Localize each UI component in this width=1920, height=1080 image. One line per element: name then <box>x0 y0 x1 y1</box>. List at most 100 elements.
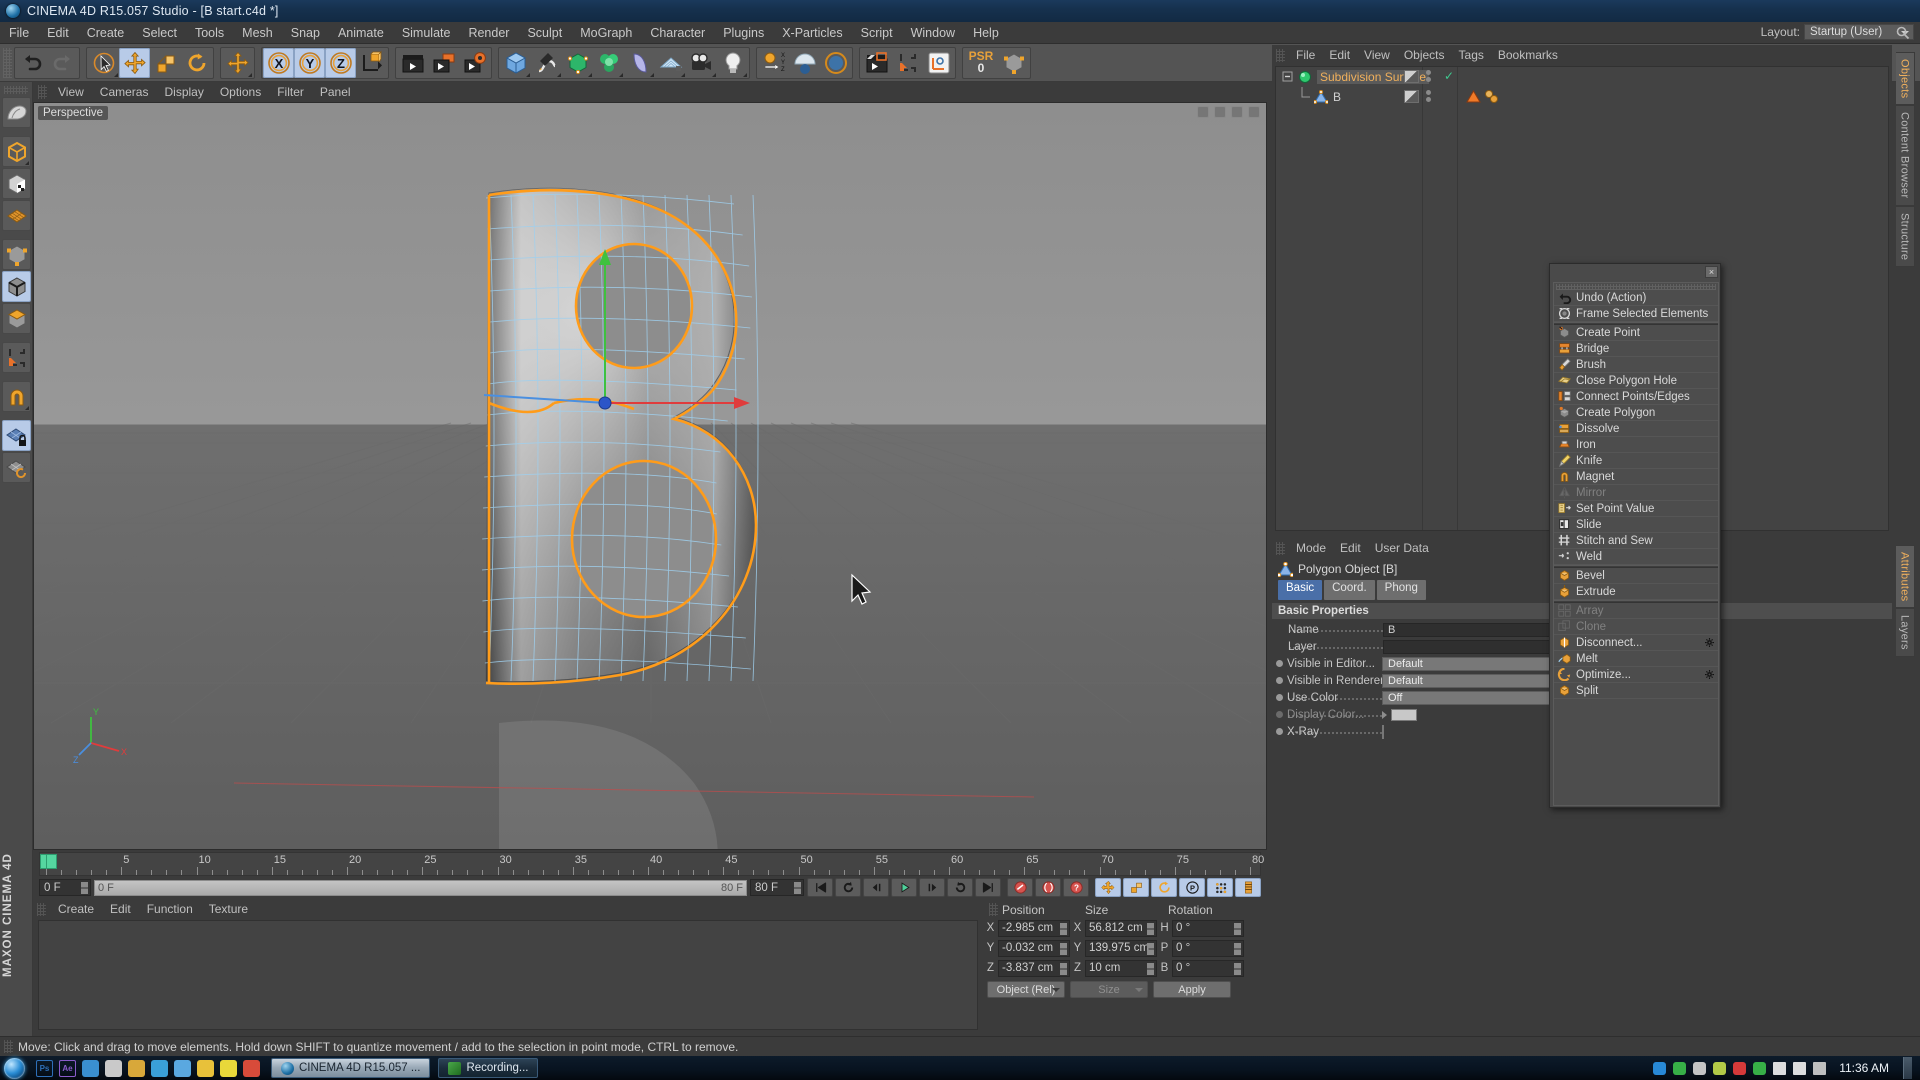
move-tool[interactable] <box>119 47 150 78</box>
coordinate-size-field[interactable]: 10 cm <box>1085 959 1157 977</box>
left-toolbar-grip[interactable] <box>4 86 28 94</box>
add-deformer-button[interactable] <box>624 48 655 78</box>
material-menu-edit[interactable]: Edit <box>102 900 139 919</box>
psr-keyframe-indicator[interactable]: PSR 0 <box>964 48 998 78</box>
add-spline-button[interactable] <box>531 48 562 78</box>
object-axis-mode-button[interactable] <box>2 342 31 373</box>
point-mode-button[interactable] <box>2 239 31 270</box>
menu-item-character[interactable]: Character <box>641 22 714 44</box>
popup-item-weld[interactable]: Weld <box>1554 549 1718 565</box>
material-menu-function[interactable]: Function <box>139 900 201 919</box>
avira-icon[interactable] <box>1733 1061 1747 1075</box>
point-level-animation-button[interactable] <box>1207 878 1233 897</box>
spinner-icon[interactable] <box>1234 942 1241 955</box>
shield-icon[interactable] <box>220 1059 237 1077</box>
tree-expander-icon[interactable] <box>1298 87 1312 107</box>
popup-item-melt[interactable]: Melt <box>1554 651 1718 667</box>
show-desktop-button[interactable] <box>1903 1057 1912 1079</box>
attribute-state-dot[interactable] <box>1276 677 1283 684</box>
popup-item-set-point-value[interactable]: Set Point Value <box>1554 501 1718 517</box>
popup-item-iron[interactable]: Iron <box>1554 437 1718 453</box>
coordinate-rotation-field[interactable]: 0 ° <box>1172 959 1244 977</box>
right-tab-content-browser[interactable]: Content Browser <box>1895 105 1915 206</box>
object-search-icon[interactable] <box>1896 26 1910 45</box>
object-menu-view[interactable]: View <box>1357 45 1397 65</box>
close-icon[interactable]: × <box>1705 266 1718 278</box>
enable-axis-modification-button[interactable] <box>892 48 923 78</box>
photoshop-icon[interactable]: Ps <box>36 1059 53 1077</box>
edge-mode-button[interactable] <box>2 271 31 302</box>
taskbar-recording[interactable]: Recording... <box>438 1058 539 1078</box>
attribute-tab-coord[interactable]: Coord. <box>1324 580 1375 600</box>
popup-item-undo-action[interactable]: Undo (Action) <box>1554 290 1718 306</box>
users-icon[interactable] <box>174 1059 191 1077</box>
attribute-state-dot[interactable] <box>1276 694 1283 701</box>
world-axis-tool[interactable] <box>222 48 253 78</box>
parameter-key-button[interactable]: P <box>1179 878 1205 897</box>
add-environment-button[interactable] <box>820 48 851 78</box>
maximize-view-icon[interactable] <box>1248 106 1260 118</box>
attribute-state-dot[interactable] <box>1276 728 1283 735</box>
flag-icon[interactable] <box>1773 1061 1787 1075</box>
display-color-swatch[interactable] <box>1391 708 1417 721</box>
add-camera-button[interactable] <box>686 48 717 78</box>
coordinate-size-field[interactable]: 139.975 cm <box>1085 939 1157 957</box>
object-row-subdivision-surface[interactable]: Subdivision Surface ✓ <box>1276 67 1888 87</box>
current-frame-field[interactable]: 0 F <box>39 879 91 896</box>
menu-item-render[interactable]: Render <box>459 22 518 44</box>
visible-renderer-dot[interactable] <box>1426 97 1431 102</box>
right-tab-structure[interactable]: Structure <box>1895 205 1915 268</box>
visibility-dots[interactable] <box>1426 70 1431 82</box>
network-icon[interactable] <box>151 1059 168 1077</box>
calculator-icon[interactable] <box>128 1059 145 1077</box>
add-xpresso-button[interactable]: XYZ <box>758 48 789 78</box>
taskbar-cinema4d[interactable]: CINEMA 4D R15.057 ... <box>271 1058 431 1078</box>
enable-snapping-button[interactable] <box>923 48 954 78</box>
dropbox-icon[interactable] <box>1653 1061 1667 1075</box>
model-mode-button[interactable] <box>2 168 31 199</box>
chrome-icon[interactable] <box>243 1059 260 1077</box>
menu-item-mograph[interactable]: MoGraph <box>571 22 641 44</box>
tree-expander-icon[interactable] <box>1282 67 1296 87</box>
menu-item-mesh[interactable]: Mesh <box>233 22 282 44</box>
timeline-playhead[interactable] <box>46 854 57 869</box>
add-generator-button[interactable] <box>562 48 593 78</box>
taskbar-clock[interactable]: 11:36 AM <box>1839 1061 1889 1075</box>
go-to-start-button[interactable] <box>807 878 833 897</box>
menu-item-edit[interactable]: Edit <box>38 22 78 44</box>
object-row-b[interactable]: B <box>1276 87 1888 107</box>
spinner-icon[interactable] <box>1147 922 1154 935</box>
undo-view-button[interactable] <box>2 97 31 128</box>
viewport-grip[interactable] <box>38 85 47 99</box>
world-object-coordinate-button[interactable] <box>356 48 387 78</box>
preview-end-field[interactable]: 80 F <box>750 879 804 896</box>
add-cube-object-button[interactable] <box>500 48 531 78</box>
popup-item-bridge[interactable]: Bridge <box>1554 341 1718 357</box>
render-to-picture-viewer-button[interactable] <box>428 48 459 78</box>
explorer-icon[interactable] <box>105 1059 122 1077</box>
menu-item-sculpt[interactable]: Sculpt <box>518 22 571 44</box>
object-menu-objects[interactable]: Objects <box>1397 45 1452 65</box>
chevron-right-icon[interactable] <box>1382 710 1387 719</box>
popup-item-create-point[interactable]: Create Point <box>1554 325 1718 341</box>
visibility-dots[interactable] <box>1426 90 1431 102</box>
add-floor-button[interactable] <box>655 48 686 78</box>
enabled-check-icon[interactable]: ✓ <box>1444 70 1454 82</box>
menu-item-snap[interactable]: Snap <box>282 22 329 44</box>
spinner-icon[interactable] <box>1060 962 1067 975</box>
popup-item-knife[interactable]: Knife <box>1554 453 1718 469</box>
timeline-range-bar[interactable]: 0 F 80 F <box>94 879 747 896</box>
redo-button[interactable] <box>47 48 78 78</box>
coordinate-system-dropdown[interactable]: Object (Rel) <box>987 981 1065 998</box>
position-key-button[interactable] <box>1095 878 1121 897</box>
spinner-icon[interactable] <box>1060 922 1067 935</box>
object-manager-grip[interactable] <box>1276 48 1285 62</box>
apply-button[interactable]: Apply <box>1153 981 1231 998</box>
right-tab-attributes[interactable]: Attributes <box>1895 545 1915 609</box>
menu-item-tools[interactable]: Tools <box>186 22 233 44</box>
live-selection-tool[interactable] <box>88 48 119 78</box>
popup-item-disconnect[interactable]: Disconnect... <box>1554 635 1718 651</box>
popup-item-close-polygon-hole[interactable]: Close Polygon Hole <box>1554 373 1718 389</box>
coordinate-position-field[interactable]: -2.985 cm <box>998 919 1070 937</box>
material-grip[interactable] <box>37 903 46 916</box>
